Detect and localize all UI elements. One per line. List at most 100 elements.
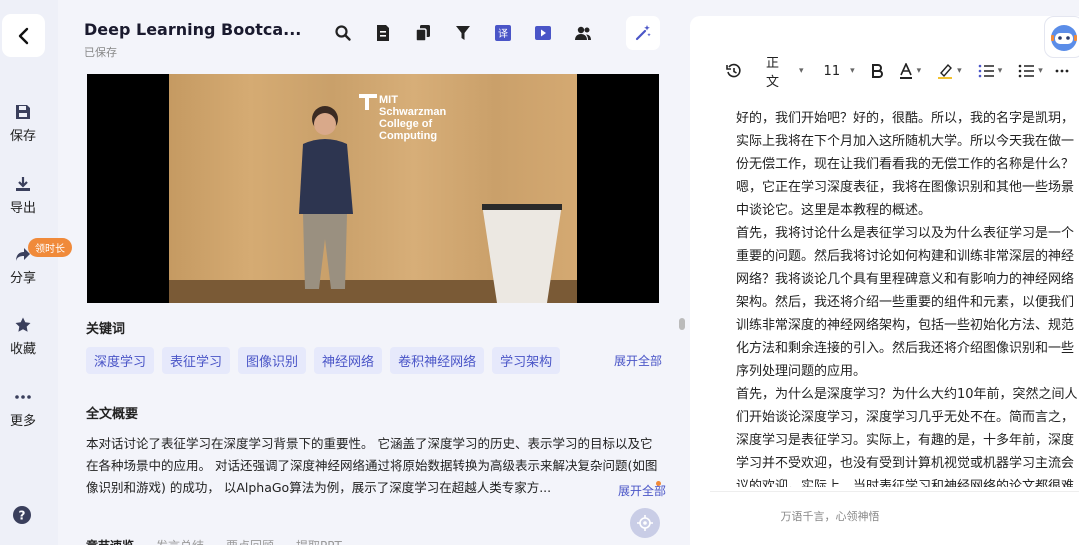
editor-toolbar: 正文 ▾ 11 ▾ ▾ ▾ ▾ ▾ [726,56,1079,90]
page-title: Deep Learning Bootca... [84,20,302,39]
filter-button[interactable] [443,22,483,44]
locate-button[interactable] [630,508,660,538]
editor-divider [710,491,1079,492]
help-icon[interactable]: ? [12,505,32,525]
rail-more[interactable]: 更多 [0,388,46,429]
rail-share-label: 分享 [9,271,36,286]
numbered-list-icon [978,64,994,78]
chevron-down-icon: ▾ [799,66,804,76]
transcript-line: 首先，为什么是深度学习？为什么大约10年前，突然之间人 [736,387,1078,402]
mit-logo-icon [359,94,377,110]
keyword-list: 深度学习 表征学习 图像识别 神经网络 卷积神经网络 学习架构 [86,347,561,374]
ai-magic-button[interactable] [626,16,660,50]
transcript-line: 首先，我将讨论什么是表征学习以及为什么表征学习是一个 [736,226,1075,241]
search-button[interactable] [323,22,363,44]
chevron-left-icon [18,27,28,44]
star-icon [15,317,31,332]
editor-footer-slogan: 万语千言，心领神悟 [780,510,880,523]
keyword-chip[interactable]: 图像识别 [238,347,307,374]
text-color-button[interactable]: ▾ [899,63,922,79]
transcript-line: 议的欢迎。实际上，当时表征学习和神经网络的论文都很难 [736,479,1075,487]
robot-avatar-icon [1051,25,1077,51]
keyword-chip[interactable]: 神经网络 [314,347,383,374]
top-toolbar: 译 [323,22,603,44]
bullet-list-button[interactable]: ▾ [1018,64,1043,78]
document-icon [377,25,389,41]
save-status: 已保存 [84,46,117,59]
transcript-editor: 正文 ▾ 11 ▾ ▾ ▾ ▾ ▾ 好的，我们开始吧？好的，很酷。所以，我的名字… [690,16,1079,545]
keyword-chip[interactable]: 表征学习 [162,347,231,374]
rail-more-label: 更多 [9,414,36,429]
copy-button[interactable] [403,22,443,44]
transcript-line: 训练非常深度的神经网络架构，包括一些初始化方法、规范 [736,318,1075,333]
left-rail: 保存 导出 分享 领时长 收藏 更多 ? [0,0,72,545]
transcript-line: 们开始谈论深度学习，深度学习几乎无处不在。简而言之， [736,410,1075,425]
chevron-down-icon: ▾ [997,66,1003,76]
rail-export[interactable]: 导出 [0,175,46,216]
tab-speaker-summary[interactable]: 发言总结 [156,537,204,545]
paragraph-style-value: 正文 [766,56,780,90]
filter-icon [456,26,470,40]
more-icon [15,395,31,399]
document-button[interactable] [363,22,403,44]
rail-favorite-label: 收藏 [9,342,36,357]
video-logo: MIT Schwarzman College of Computing [379,94,446,142]
podium [482,204,562,303]
search-icon [335,25,351,41]
svg-text:译: 译 [498,28,508,40]
magic-wand-icon [635,25,651,41]
ai-assistant-button[interactable] [1044,16,1079,58]
svg-text:?: ? [19,509,26,523]
bold-button[interactable] [871,64,883,78]
summary-heading: 全文概要 [86,407,139,422]
paragraph-style-select[interactable]: 正文 ▾ [766,52,804,90]
keywords-expand-link[interactable]: 展开全部 [614,352,662,369]
rail-save[interactable]: 保存 [0,103,46,144]
tab-extract-ppt[interactable]: 提取PPT [296,537,342,545]
logo-line-3: College of [379,118,433,130]
transcript-line: 好的，我们开始吧？好的，很酷。所以，我的名字是凯玥， [736,111,1075,126]
download-icon [16,177,30,191]
transcript-line: 实际上我将在下个月加入这所随机大学。所以今天我在做一 [736,134,1075,149]
bold-icon [871,64,883,78]
transcript-text[interactable]: 好的，我们开始吧？好的，很酷。所以，我的名字是凯玥， 实际上我将在下个月加入这所… [736,107,1079,487]
video-player[interactable]: MIT Schwarzman College of Computing [87,74,659,303]
rail-export-label: 导出 [9,201,36,216]
chevron-down-icon: ▾ [916,66,922,76]
keyword-chip[interactable]: 深度学习 [86,347,155,374]
history-button[interactable] [726,63,742,79]
more-format-button[interactable] [1055,69,1069,73]
logo-line-2: Schwarzman [379,106,447,118]
font-size-select[interactable]: 11 ▾ [824,64,855,79]
scrollbar-thumb[interactable] [679,318,685,330]
transcript-line: 份无偿工作，现在让我们看看我的无偿工作的名称是什么？ [736,157,1075,172]
speakers-button[interactable] [563,22,603,44]
transcript-line: 学习并不受欢迎，也没有受到计算机视觉或机器学习主流会 [736,456,1075,471]
section-tabs: 章节速览 发言总结 要点回顾 提取PPT [86,537,342,545]
history-icon [726,63,741,78]
logo-line-1: MIT [379,94,398,106]
keyword-chip[interactable]: 卷积神经网络 [390,347,485,374]
play-video-icon [535,26,551,40]
keyword-chip[interactable]: 学习架构 [492,347,561,374]
tab-chapters[interactable]: 章节速览 [86,537,134,545]
transcript-line: 嗯，它正在学习深度表征，我将在图像识别和其他一些场景 [736,180,1075,195]
tab-key-points[interactable]: 要点回顾 [226,537,274,545]
rail-favorite[interactable]: 收藏 [0,316,46,357]
transcript-line: 化方法和剩余连接的引入。然后我还将介绍图像识别和一些 [736,341,1075,356]
translate-button[interactable]: 译 [483,22,523,44]
highlight-button[interactable]: ▾ [937,63,962,79]
back-button[interactable] [2,14,45,57]
chevron-down-icon: ▾ [957,66,962,76]
copy-icon [415,25,430,42]
rail-save-label: 保存 [9,129,36,144]
video-button[interactable] [523,22,563,44]
text-color-icon [899,63,912,79]
summary-text: 本对话讨论了表征学习在深度学习背景下的重要性。 它涵盖了深度学习的历史、表示学习… [86,436,658,495]
more-icon [1055,69,1069,73]
ordered-list-button[interactable]: ▾ [978,64,1003,78]
transcript-line: 网络？我将谈论几个具有里程碑意义和有影响力的神经网络 [736,272,1075,287]
logo-line-4: Computing [379,130,438,142]
highlighter-icon [938,63,953,79]
translate-icon: 译 [495,25,511,41]
